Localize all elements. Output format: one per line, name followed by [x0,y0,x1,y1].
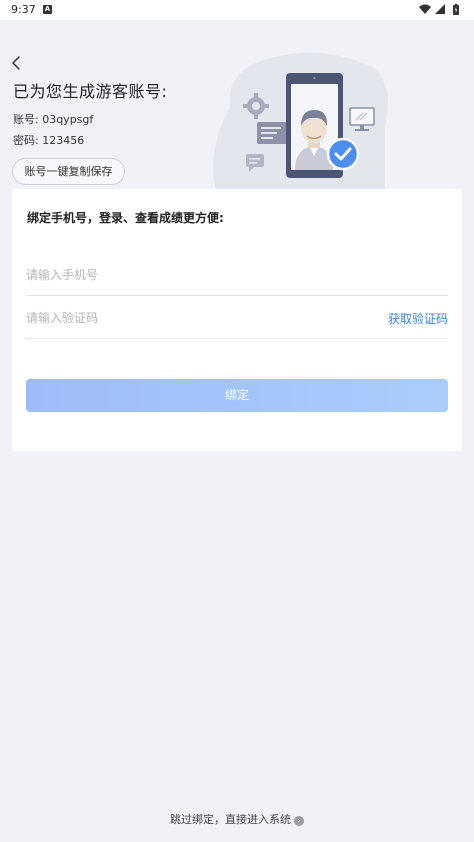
chevron-left-icon [12,56,20,70]
header: 已为您生成游客账号: 账号: 03qypsgf 密码: 123456 账号一键复… [0,20,474,192]
account-value: 03qypsgf [42,113,94,126]
account-line: 账号: 03qypsgf [13,111,93,127]
password-label: 密码: [13,134,43,147]
phone-input[interactable] [26,265,326,285]
copy-account-button[interactable]: 账号一键复制保存 [12,158,125,185]
illustration-phone-avatar [213,52,388,192]
password-value: 123456 [42,134,85,147]
skip-binding-label: 跳过绑定，直接进入系统 [170,813,291,826]
page-title: 已为您生成游客账号: [13,82,168,101]
bind-card-title: 绑定手机号，登录、查看成绩更方便: [27,211,224,225]
phone-field [26,254,448,296]
skip-binding-row: 跳过绑定，直接进入系统 › [0,811,474,827]
back-button[interactable] [8,54,26,72]
check-badge-icon [326,137,360,171]
account-label: 账号: [13,113,43,126]
bind-phone-card: 绑定手机号，登录、查看成绩更方便: 获取验证码 绑定 [12,189,462,451]
skip-binding-link[interactable]: 跳过绑定，直接进入系统 › [170,811,304,827]
battery-icon [453,4,459,15]
status-bar: 9:37 A [0,0,474,20]
bind-button[interactable]: 绑定 [26,379,448,412]
signal-icon [435,4,445,14]
password-line: 密码: 123456 [13,132,84,148]
chevron-right-circle-icon: › [294,816,304,826]
status-icons [418,3,464,17]
status-time: 9:37 [11,3,36,16]
code-field: 获取验证码 [26,297,448,339]
message-card-icon [257,122,287,144]
code-input[interactable] [26,308,326,328]
notification-icon: A [43,5,52,14]
get-code-button[interactable]: 获取验证码 [388,310,448,327]
wifi-icon [419,4,431,14]
